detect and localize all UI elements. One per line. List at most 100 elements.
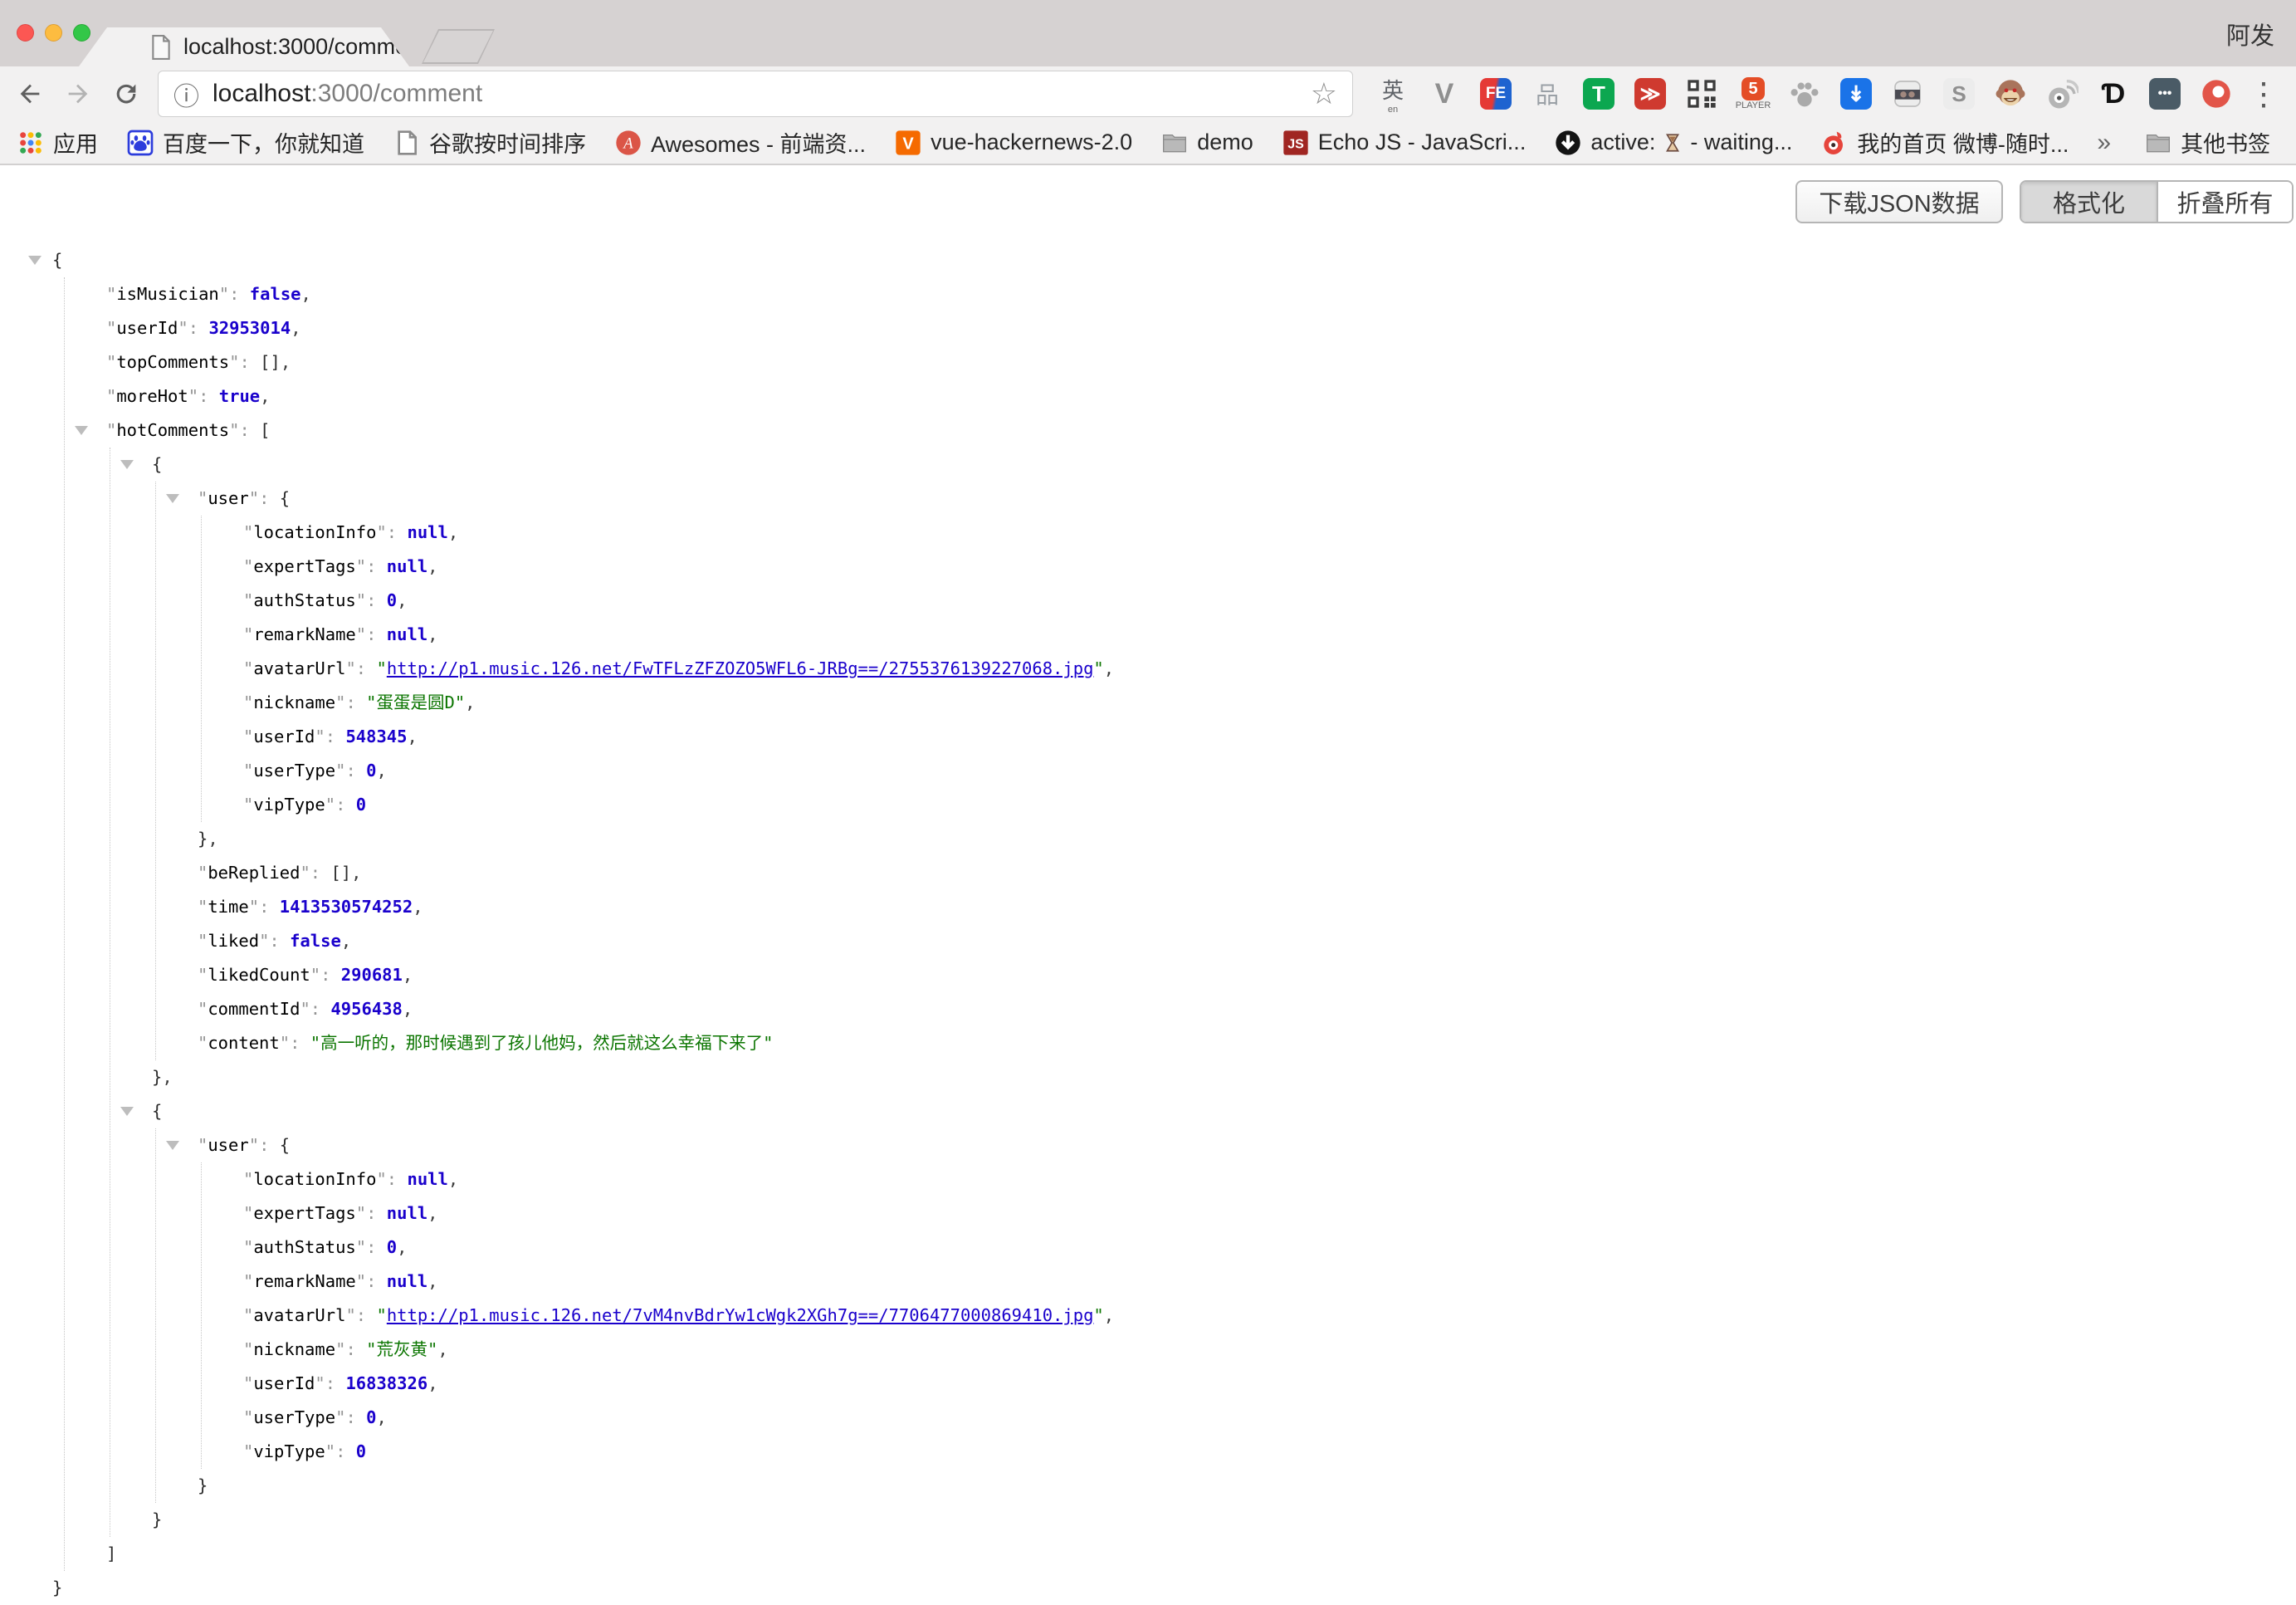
bookmark-awesomes[interactable]: AAwesomes - 前端资... [614,126,866,159]
html5-player-icon[interactable]: 5PLAYER [1735,74,1771,114]
other-bookmarks[interactable]: 其他书签 [2144,126,2270,159]
json-key-quote: " [243,522,253,542]
json-value: 0 [356,795,366,815]
collapse-toggle-icon[interactable] [75,426,88,435]
close-window-button[interactable] [17,24,34,42]
bookmark-baidu[interactable]: 百度一下，你就知道 [126,126,364,159]
zoom-window-button[interactable] [73,24,90,42]
collapse-all-button[interactable]: 折叠所有 [2157,182,2292,222]
json-key-quote: " [345,1305,355,1325]
json-brace: { [280,1135,290,1155]
json-url-link[interactable]: http://p1.music.126.net/FwTFLzZFZOZO5WFL… [387,658,1094,678]
format-toggle-button[interactable]: 格式化 [2021,182,2157,222]
bookmark-vue-hackernews[interactable]: Vvue-hackernews-2.0 [894,129,1132,157]
back-button[interactable] [13,77,46,110]
bookmark-star-icon[interactable]: ☆ [1311,76,1337,111]
json-colon: : [198,386,219,406]
json-colon: : [335,795,356,815]
bookmark-google-sort[interactable]: 谷歌按时间排序 [393,126,586,159]
json-brace: } [198,1475,208,1495]
minimize-window-button[interactable] [45,24,62,42]
json-line: "commentId": 4956438, [156,992,1114,1026]
json-key: expertTags [253,1203,355,1223]
bookmark-active-waiting-icon [1554,129,1582,157]
forward-button[interactable] [61,77,95,110]
monkey-icon[interactable] [1992,74,2029,114]
json-comma: , [1104,1305,1114,1325]
json-value: 32953014 [208,318,291,338]
json-key-quote: " [198,931,208,951]
proxy-mask-icon[interactable] [1889,74,1926,114]
video-speed-icon[interactable]: ≫ [1632,74,1668,114]
json-string-quote: " [310,1033,320,1053]
weibo-gray-icon[interactable] [2044,74,2080,114]
bookmark-echojs[interactable]: JSEcho JS - JavaScri... [1282,129,1527,157]
json-key-quote: " [356,1237,366,1257]
json-string-quote: " [376,658,386,678]
paw-icon[interactable] [1786,74,1823,114]
sitemap-icon[interactable]: 品 [1529,74,1566,114]
json-line: "time": 1413530574252, [156,890,1114,924]
bookmark-weibo-home[interactable]: 我的首页 微博-随时... [1820,126,2069,159]
vimium-icon[interactable]: V [1426,74,1463,114]
bookmark-apps[interactable]: 应用 [17,126,98,159]
collapse-toggle-icon[interactable] [120,460,134,469]
password-dots-icon[interactable]: ••• [2147,74,2183,114]
json-key-quote: " [106,352,116,372]
chrome-menu-icon[interactable]: ⋮ [2248,76,2279,113]
json-formatter-page: 下载JSON数据 格式化 折叠所有 {"isMusician": false,"… [0,167,2296,1456]
json-brace: [] [260,352,281,372]
collapse-toggle-icon[interactable] [28,256,42,265]
download-json-button[interactable]: 下载JSON数据 [1795,180,2003,223]
translate-icon[interactable]: 英en [1375,74,1411,114]
json-line: "userType": 0, [202,1401,1114,1435]
vimium-icon-glyph: V [1435,78,1454,110]
collapse-toggle-icon[interactable] [166,494,179,503]
json-key-quote: " [356,624,366,644]
collapse-toggle-icon[interactable] [120,1107,134,1116]
tab-title: localhost:3000/comment [183,34,427,60]
json-url-link[interactable]: http://p1.music.126.net/7vM4nvBdrYw1cWgk… [387,1305,1094,1325]
json-key-quote: " [356,1271,366,1291]
json-line: "topComments": [], [65,345,1114,379]
shadowsocks-icon[interactable]: S [1941,74,1977,114]
html5-player-icon-glyph: 5 [1742,77,1765,100]
json-key-quote: " [243,692,253,712]
json-key-quote: " [243,795,253,815]
tampermonkey-shield-icon[interactable]: T [1580,74,1617,114]
json-line: "beReplied": [], [156,856,1114,890]
bookmark-demo[interactable]: demo [1160,129,1253,157]
collapse-toggle-icon[interactable] [166,1141,179,1150]
d-letter-icon[interactable]: Ɗ [2095,74,2132,114]
browser-toolbar: ⓘ localhost :3000/comment ☆ 英en V FE 品T ≫ 5PL… [0,66,2296,121]
address-bar[interactable]: ⓘ localhost :3000/comment ☆ [158,71,1353,117]
tab-strip: localhost:3000/comment × 阿发 [0,0,2296,66]
hourglass-icon [1662,130,1683,155]
json-key-quote: " [198,1033,208,1053]
json-line: "content": "高一听的，那时候遇到了孩儿他妈，然后就这么幸福下来了" [156,1026,1114,1060]
json-line: "userType": 0, [202,754,1114,788]
json-key: userId [116,318,178,338]
red-o-icon[interactable] [2198,74,2235,114]
json-value: null [387,1271,427,1291]
json-brace: } [152,1067,162,1087]
json-value: null [407,1169,447,1189]
bookmarks-overflow-icon[interactable]: » [2097,129,2111,157]
fe-icon[interactable]: FE [1478,74,1514,114]
browser-tab[interactable]: localhost:3000/comment × [79,27,409,66]
json-line: { [110,448,1114,482]
reload-button[interactable] [110,77,143,110]
json-colon: : [188,318,209,338]
json-comma: , [448,522,458,542]
json-string-value: 荒灰黄 [376,1339,427,1359]
checkmarks-icon[interactable]: ↡ [1838,74,1874,114]
bookmarks-bar: 应用百度一下，你就知道谷歌按时间排序 AAwesomes - 前端资... Vvue… [0,121,2296,165]
new-tab-button[interactable] [422,29,495,64]
json-key: authStatus [253,1237,355,1257]
bookmark-active-waiting[interactable]: active:- waiting... [1554,129,1792,157]
site-info-icon[interactable]: ⓘ [173,76,199,113]
bookmark-google-sort-icon [393,129,421,157]
json-line: } [110,1503,1114,1537]
qrcode-icon[interactable] [1683,74,1720,114]
profile-name[interactable]: 阿发 [2226,17,2274,51]
